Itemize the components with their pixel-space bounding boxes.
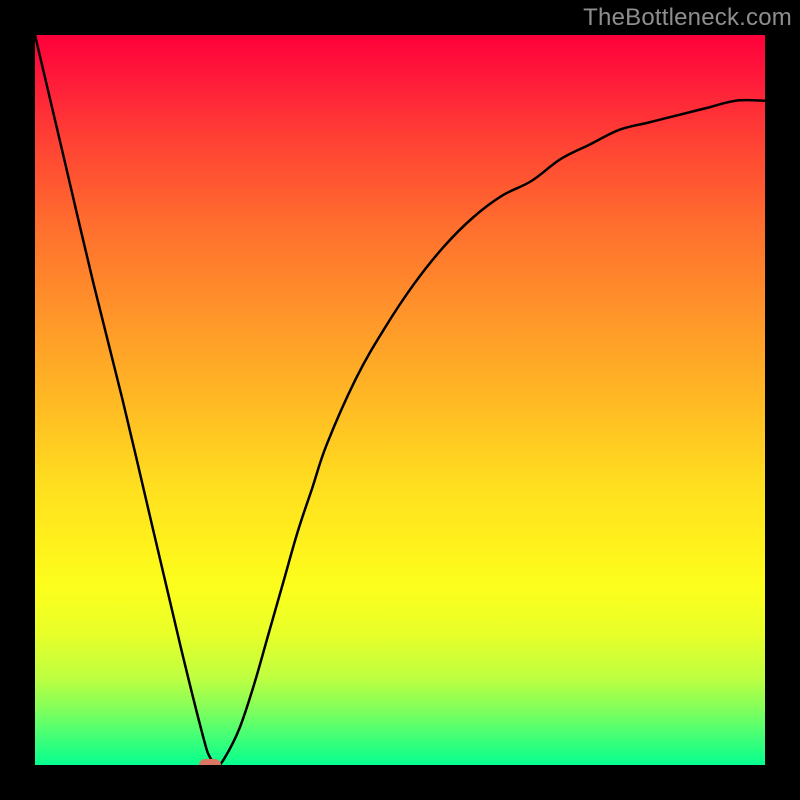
watermark-text: TheBottleneck.com <box>583 4 792 32</box>
bottleneck-curve <box>35 35 765 765</box>
chart-frame: TheBottleneck.com <box>0 0 800 800</box>
plot-area <box>35 35 765 765</box>
optimal-marker <box>199 759 221 765</box>
